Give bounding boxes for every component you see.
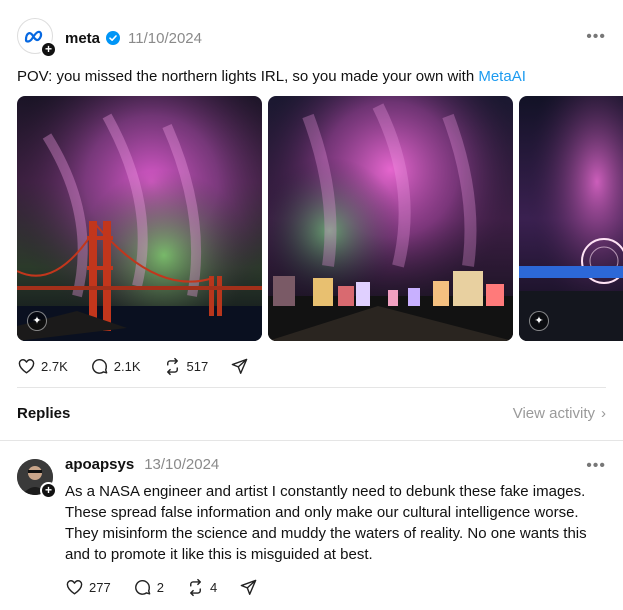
follow-plus-icon[interactable]: + bbox=[40, 41, 57, 58]
view-activity-link[interactable]: View activity › bbox=[513, 405, 606, 422]
comment-icon bbox=[91, 358, 108, 374]
like-count: 2.7K bbox=[41, 358, 68, 374]
heart-icon bbox=[18, 358, 35, 374]
repost-count: 517 bbox=[186, 358, 209, 374]
repost-icon bbox=[189, 578, 201, 596]
reply-like-button[interactable]: 277 bbox=[65, 578, 111, 597]
meta-avatar[interactable]: + bbox=[17, 18, 57, 58]
reply-username[interactable]: apoapsys bbox=[65, 456, 134, 473]
comment-count: 2.1K bbox=[113, 358, 141, 374]
chevron-right-icon: › bbox=[601, 405, 606, 422]
post-image-3[interactable]: ✦ bbox=[519, 96, 623, 341]
reply-avatar[interactable]: + bbox=[17, 459, 57, 499]
reply-text: As a NASA engineer and artist I constant… bbox=[65, 483, 587, 563]
comment-button[interactable]: 2.1K bbox=[90, 357, 141, 376]
reply-actions: 277 2 4 bbox=[65, 577, 280, 597]
caption-link[interactable]: MetaAI bbox=[478, 68, 526, 85]
share-icon bbox=[240, 579, 257, 595]
post-caption: POV: you missed the northern lights IRL,… bbox=[17, 68, 526, 85]
repost-button[interactable]: 517 bbox=[163, 357, 209, 376]
follow-plus-icon[interactable]: + bbox=[40, 482, 57, 499]
post-date[interactable]: 11/10/2024 bbox=[128, 30, 202, 47]
reply-like-count: 277 bbox=[89, 579, 111, 595]
reply-date[interactable]: 13/10/2024 bbox=[144, 456, 219, 473]
reply-repost-button[interactable]: 4 bbox=[186, 578, 217, 597]
share-icon bbox=[231, 358, 248, 374]
reply-comment-count: 2 bbox=[156, 579, 164, 595]
like-button[interactable]: 2.7K bbox=[17, 357, 68, 376]
post-image-1[interactable]: ✦ bbox=[17, 96, 262, 341]
reply-comment-button[interactable]: 2 bbox=[133, 578, 164, 597]
ai-info-icon[interactable]: ✦ bbox=[529, 311, 549, 331]
repost-icon bbox=[166, 357, 178, 375]
caption-text: POV: you missed the northern lights IRL,… bbox=[17, 68, 479, 85]
image-carousel[interactable]: ✦ ✦ bbox=[17, 96, 623, 341]
replies-divider bbox=[0, 440, 623, 441]
view-activity-label: View activity bbox=[512, 405, 595, 422]
comment-icon bbox=[134, 579, 151, 595]
reply-repost-count: 4 bbox=[209, 579, 218, 595]
reply-more-options-icon[interactable]: ••• bbox=[586, 457, 606, 475]
section-divider bbox=[17, 387, 606, 388]
share-button[interactable] bbox=[230, 357, 249, 376]
post-header: meta 11/10/2024 bbox=[65, 28, 202, 48]
replies-heading: Replies bbox=[17, 405, 71, 422]
post-actions: 2.7K 2.1K 517 bbox=[17, 356, 271, 376]
heart-icon bbox=[66, 579, 83, 595]
ai-info-icon[interactable]: ✦ bbox=[27, 311, 47, 331]
reply-header: apoapsys 13/10/2024 bbox=[65, 456, 219, 473]
post-username[interactable]: meta bbox=[65, 30, 100, 47]
verified-badge-icon bbox=[106, 31, 121, 45]
reply-share-button[interactable] bbox=[239, 578, 258, 597]
post-image-2[interactable] bbox=[268, 96, 513, 341]
post-more-options-icon[interactable]: ••• bbox=[586, 28, 606, 46]
